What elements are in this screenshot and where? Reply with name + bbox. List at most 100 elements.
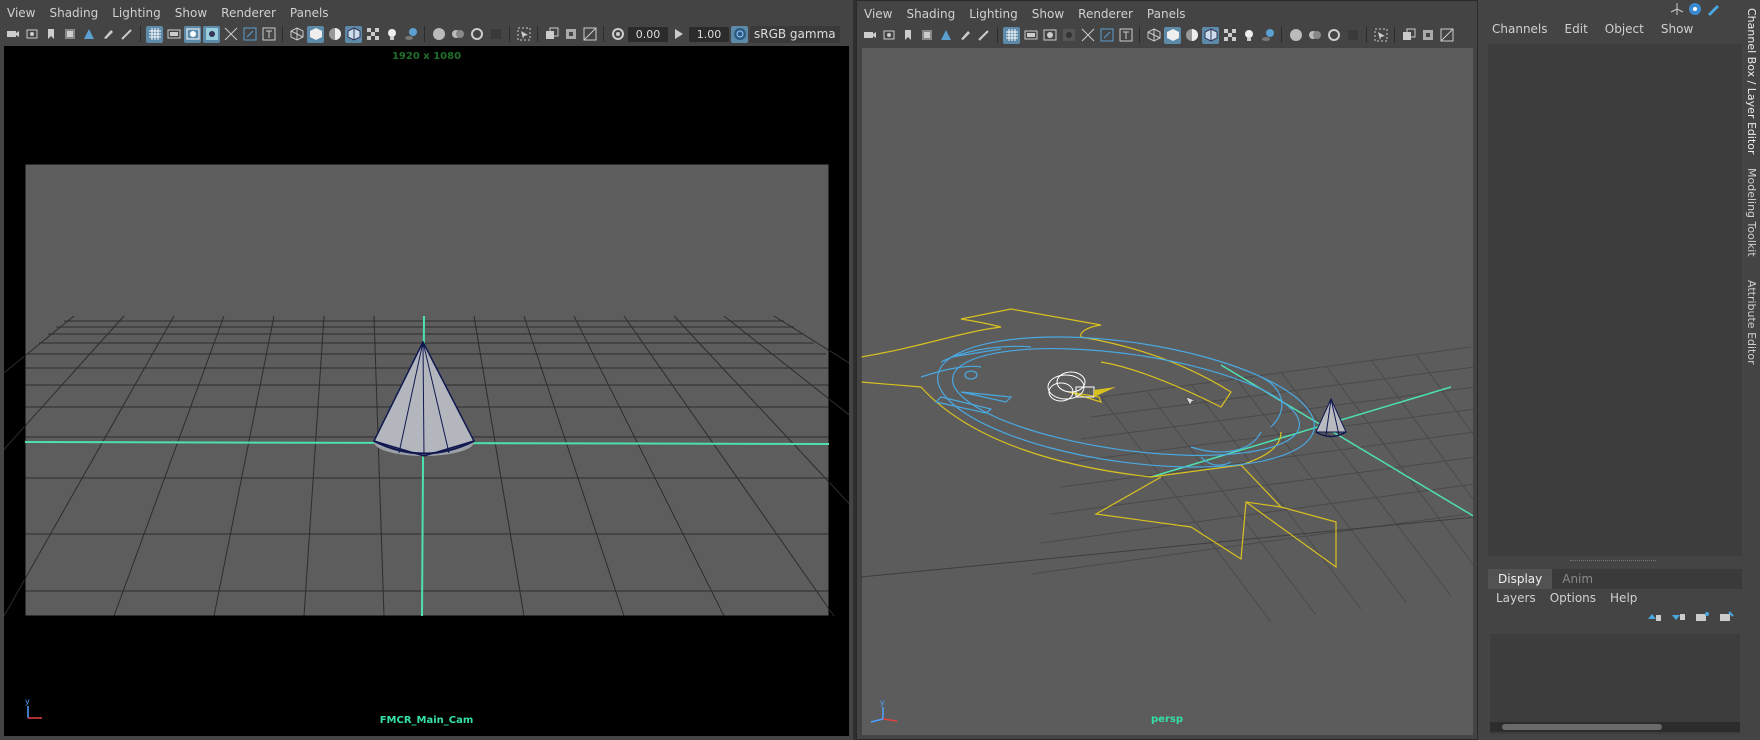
tab-channel-box-layer-editor[interactable]: Channel Box / Layer Editor [1745, 8, 1758, 155]
isolate-select-icon[interactable] [515, 26, 532, 43]
camera-attributes-icon[interactable] [23, 26, 40, 43]
menu-panels[interactable]: Panels [283, 6, 336, 20]
smooth-shade-icon[interactable] [307, 25, 324, 43]
camera-select-icon[interactable] [861, 27, 878, 44]
exposure-field[interactable]: 0.00 [628, 26, 668, 42]
tab-modeling-toolkit[interactable]: Modeling Toolkit [1745, 168, 1758, 257]
menu-panels[interactable]: Panels [1140, 7, 1193, 21]
menu-layers[interactable]: Layers [1496, 591, 1536, 605]
smooth-shade-icon[interactable] [1164, 26, 1181, 44]
perspective-viewport[interactable]: y persp [861, 47, 1473, 735]
gamma-icon[interactable] [670, 26, 687, 43]
layer-scrollbar[interactable] [1490, 722, 1740, 732]
pivot-icon[interactable] [1670, 2, 1684, 19]
scrollbar-thumb[interactable] [1502, 724, 1662, 730]
edit-pencil-icon[interactable] [1706, 2, 1720, 19]
shadows-icon[interactable] [402, 26, 419, 43]
xray-joints-icon[interactable] [562, 26, 579, 43]
wireframe-on-shaded-icon[interactable] [1202, 26, 1219, 44]
view-transform-dropdown[interactable]: sRGB gamma [750, 25, 840, 43]
camera-viewport[interactable]: 1920 x 1080 y FMCR_Main_Cam [4, 46, 849, 736]
settings-toggle-icon[interactable] [1688, 2, 1702, 19]
xray-components-icon[interactable] [581, 26, 598, 43]
ambient-occlusion-icon[interactable] [1287, 27, 1304, 44]
menu-help[interactable]: Help [1610, 591, 1637, 605]
resolution-gate-icon[interactable] [1041, 27, 1058, 44]
xray-icon[interactable] [543, 26, 560, 43]
image-plane-icon[interactable] [61, 26, 78, 43]
safe-action-icon[interactable] [241, 26, 258, 43]
move-layer-up-icon[interactable] [1646, 611, 1662, 626]
grease-pencil-icon[interactable] [956, 27, 973, 44]
menu-channels[interactable]: Channels [1492, 22, 1548, 36]
use-all-lights-icon[interactable] [1240, 27, 1257, 44]
film-gate-icon[interactable] [165, 26, 182, 43]
2d-pan-zoom-icon[interactable] [80, 26, 97, 43]
depth-of-field-icon[interactable] [1344, 27, 1361, 44]
grid-icon[interactable] [1003, 26, 1020, 44]
wireframe-on-shaded-icon[interactable] [345, 25, 362, 43]
camera-select-icon[interactable] [4, 26, 21, 43]
tab-attribute-editor[interactable]: Attribute Editor [1745, 280, 1758, 365]
isolate-select-icon[interactable] [1372, 27, 1389, 44]
menu-lighting[interactable]: Lighting [962, 7, 1025, 21]
default-material-icon[interactable] [1183, 27, 1200, 44]
bookmark-icon[interactable] [42, 26, 59, 43]
resize-grip[interactable] [1570, 560, 1656, 564]
new-empty-layer-icon[interactable] [1694, 611, 1710, 626]
menu-options[interactable]: Options [1550, 591, 1596, 605]
grid-icon[interactable] [146, 25, 163, 43]
menu-view[interactable]: View [857, 7, 899, 21]
anti-aliasing-icon[interactable] [1325, 27, 1342, 44]
xray-icon[interactable] [1400, 27, 1417, 44]
wireframe-icon[interactable] [288, 26, 305, 43]
textured-icon[interactable] [1221, 27, 1238, 44]
menu-object[interactable]: Object [1605, 22, 1644, 36]
gamma-field[interactable]: 1.00 [689, 26, 729, 42]
pen-icon[interactable] [975, 27, 992, 44]
safe-title-icon[interactable] [260, 26, 277, 43]
xray-joints-icon[interactable] [1419, 27, 1436, 44]
gate-mask-icon[interactable] [1060, 27, 1077, 44]
pen-icon[interactable] [118, 26, 135, 43]
move-layer-down-icon[interactable] [1670, 611, 1686, 626]
field-chart-icon[interactable] [222, 26, 239, 43]
wireframe-icon[interactable] [1145, 27, 1162, 44]
menu-show[interactable]: Show [168, 6, 214, 20]
menu-shading[interactable]: Shading [42, 6, 105, 20]
menu-renderer[interactable]: Renderer [214, 6, 283, 20]
menu-shading[interactable]: Shading [899, 7, 962, 21]
safe-action-icon[interactable] [1098, 27, 1115, 44]
image-plane-icon[interactable] [918, 27, 935, 44]
gate-mask-icon[interactable] [203, 25, 220, 43]
use-all-lights-icon[interactable] [383, 26, 400, 43]
motion-blur-icon[interactable] [449, 26, 466, 43]
menu-view[interactable]: View [0, 6, 42, 20]
resolution-gate-icon[interactable] [184, 25, 201, 43]
depth-of-field-icon[interactable] [487, 26, 504, 43]
ambient-occlusion-icon[interactable] [430, 26, 447, 43]
film-gate-icon[interactable] [1022, 27, 1039, 44]
color-management-icon[interactable] [731, 25, 748, 43]
default-material-icon[interactable] [326, 26, 343, 43]
bookmark-icon[interactable] [899, 27, 916, 44]
menu-renderer[interactable]: Renderer [1071, 7, 1140, 21]
camera-attributes-icon[interactable] [880, 27, 897, 44]
tab-display[interactable]: Display [1488, 569, 1553, 589]
menu-show[interactable]: Show [1661, 22, 1693, 36]
exposure-icon[interactable] [609, 26, 626, 43]
channel-list-area[interactable] [1488, 44, 1742, 556]
safe-title-icon[interactable] [1117, 27, 1134, 44]
new-layer-from-selection-icon[interactable] [1718, 611, 1734, 626]
menu-lighting[interactable]: Lighting [105, 6, 168, 20]
menu-edit[interactable]: Edit [1565, 22, 1588, 36]
field-chart-icon[interactable] [1079, 27, 1096, 44]
tab-anim[interactable]: Anim [1552, 569, 1603, 589]
motion-blur-icon[interactable] [1306, 27, 1323, 44]
grease-pencil-icon[interactable] [99, 26, 116, 43]
shadows-icon[interactable] [1259, 27, 1276, 44]
layer-list-area[interactable] [1490, 634, 1740, 734]
2d-pan-zoom-icon[interactable] [937, 27, 954, 44]
anti-aliasing-icon[interactable] [468, 26, 485, 43]
menu-show[interactable]: Show [1025, 7, 1071, 21]
